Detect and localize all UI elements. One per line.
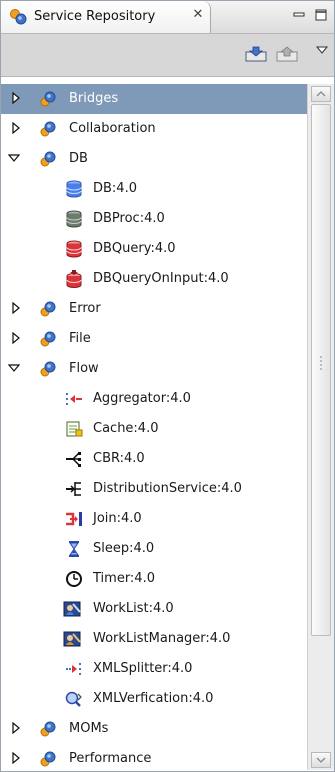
tree-item-label: Bridges (69, 91, 119, 106)
database-red-arrow-icon (65, 270, 83, 288)
tree-item-worklistmanager-4-0[interactable]: WorkListManager:4.0 (1, 624, 307, 654)
tree-item-dbquery-4-0[interactable]: DBQuery:4.0 (1, 234, 307, 264)
import-icon[interactable] (245, 46, 267, 62)
service-repository-icon (9, 8, 27, 26)
scrollbar-thumb[interactable] (311, 104, 331, 636)
tree-item-db[interactable]: DB (1, 144, 307, 174)
tree-item-label: MOMs (69, 721, 109, 736)
tree-item-label: Aggregator:4.0 (93, 391, 191, 406)
tree-item-worklist-4-0[interactable]: WorkList:4.0 (1, 594, 307, 624)
tree-item-dbproc-4-0[interactable]: DBProc:4.0 (1, 204, 307, 234)
xml-verify-icon (65, 690, 83, 708)
tree-item-flow[interactable]: Flow (1, 354, 307, 384)
tree-item-label: WorkListManager:4.0 (93, 631, 231, 646)
tree-item-label: Flow (69, 361, 99, 376)
expand-arrow-icon[interactable] (10, 121, 22, 135)
aggregator-icon (65, 390, 83, 408)
tree-item-moms[interactable]: MOMs (1, 714, 307, 744)
expand-arrow-icon[interactable] (10, 751, 22, 765)
collapse-arrow-icon[interactable] (7, 362, 21, 374)
cbr-icon (65, 450, 83, 468)
service-tree: Bridges Collaboration DB DB:4.0 DBProc:4… (1, 84, 307, 770)
tree-item-label: Performance (69, 751, 152, 766)
tree-item-label: DBQuery:4.0 (93, 241, 176, 256)
tree-item-aggregator-4-0[interactable]: Aggregator:4.0 (1, 384, 307, 414)
database-red-icon (65, 240, 83, 258)
tree-item-join-4-0[interactable]: Join:4.0 (1, 504, 307, 534)
tree-item-file[interactable]: File (1, 324, 307, 354)
view-menu-icon[interactable] (315, 44, 329, 54)
tree-item-cache-4-0[interactable]: Cache:4.0 (1, 414, 307, 444)
tree-item-error[interactable]: Error (1, 294, 307, 324)
minimize-icon[interactable] (293, 9, 305, 21)
expand-arrow-icon[interactable] (10, 331, 22, 345)
tree-item-xmlsplitter-4-0[interactable]: XMLSplitter:4.0 (1, 654, 307, 684)
close-icon[interactable]: ✕ (191, 8, 205, 22)
view-tab-bar: Service Repository ✕ (1, 1, 334, 34)
worklist-manager-icon (63, 630, 81, 648)
export-icon[interactable] (276, 46, 298, 62)
clock-icon (65, 570, 83, 588)
folder-node-icon (39, 720, 57, 738)
tree-item-distributionservice-4-0[interactable]: DistributionService:4.0 (1, 474, 307, 504)
folder-node-icon (39, 330, 57, 348)
maximize-icon[interactable] (315, 9, 327, 21)
cache-icon (65, 420, 83, 438)
tree-item-label: Join:4.0 (93, 511, 142, 526)
tree-item-label: DBProc:4.0 (93, 211, 165, 226)
folder-node-icon (39, 300, 57, 318)
database-gray-icon (65, 210, 83, 228)
tree-item-label: DBQueryOnInput:4.0 (93, 271, 229, 286)
worklist-icon (63, 600, 81, 618)
expand-arrow-icon[interactable] (10, 721, 22, 735)
join-icon (65, 510, 83, 528)
distribution-icon (65, 480, 83, 498)
folder-node-icon (39, 360, 57, 378)
service-repository-view: Service Repository ✕ Bridges Collaborati… (0, 0, 335, 772)
tree-item-xmlverfication-4-0[interactable]: XMLVerfication:4.0 (1, 684, 307, 714)
tree-item-collaboration[interactable]: Collaboration (1, 114, 307, 144)
tree-item-label: WorkList:4.0 (93, 601, 174, 616)
tree-item-label: Error (69, 301, 101, 316)
folder-node-icon (39, 150, 57, 168)
tree-item-label: DB:4.0 (93, 181, 137, 196)
tree-item-label: DistributionService:4.0 (93, 481, 242, 496)
tree-item-sleep-4-0[interactable]: Sleep:4.0 (1, 534, 307, 564)
tree-item-timer-4-0[interactable]: Timer:4.0 (1, 564, 307, 594)
tree-item-label: Timer:4.0 (93, 571, 155, 586)
tree-item-label: Cache:4.0 (93, 421, 159, 436)
vertical-scrollbar[interactable] (307, 84, 334, 770)
database-blue-icon (65, 180, 83, 198)
tree-item-label: Collaboration (69, 121, 156, 136)
scroll-down-icon[interactable] (311, 752, 331, 768)
expand-arrow-icon[interactable] (10, 301, 22, 315)
tree-item-label: Sleep:4.0 (93, 541, 155, 556)
tree-item-label: CBR:4.0 (93, 451, 145, 466)
collapse-arrow-icon[interactable] (7, 152, 21, 164)
tree-item-db-4-0[interactable]: DB:4.0 (1, 174, 307, 204)
expand-arrow-icon[interactable] (10, 91, 22, 105)
tree-item-label: DB (69, 151, 88, 166)
scroll-up-icon[interactable] (311, 86, 331, 102)
tab-title: Service Repository (34, 9, 156, 24)
tree-item-label: XMLSplitter:4.0 (93, 661, 193, 676)
tree-item-label: XMLVerfication:4.0 (93, 691, 214, 706)
tree-item-label: File (69, 331, 91, 346)
folder-node-icon (39, 750, 57, 768)
tree-item-dbqueryoninput-4-0[interactable]: DBQueryOnInput:4.0 (1, 264, 307, 294)
folder-node-icon (39, 90, 57, 108)
folder-node-icon (39, 120, 57, 138)
view-toolbar (1, 34, 334, 77)
tree-item-cbr-4-0[interactable]: CBR:4.0 (1, 444, 307, 474)
splitter-icon (65, 660, 83, 678)
hourglass-icon (65, 540, 83, 558)
tab-service-repository[interactable]: Service Repository ✕ (1, 1, 211, 33)
tree-item-bridges[interactable]: Bridges (1, 84, 307, 114)
tree-item-performance[interactable]: Performance (1, 744, 307, 770)
